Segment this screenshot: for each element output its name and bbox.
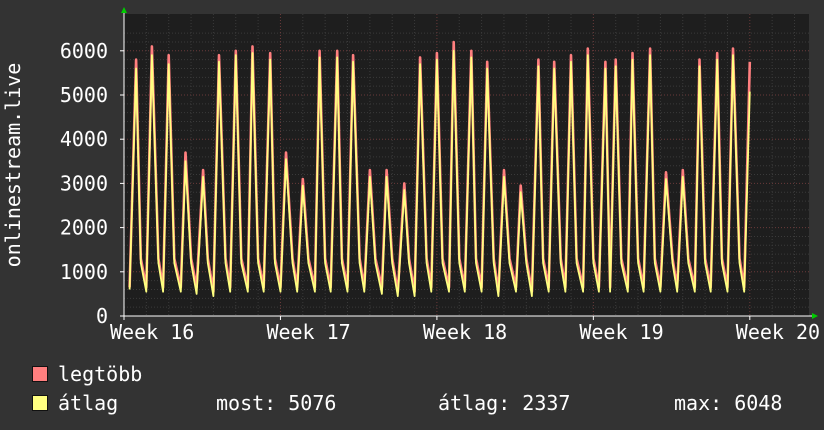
y-tick-label: 5000 bbox=[60, 83, 108, 107]
x-tick-labels: Week 16 Week 17 Week 18 Week 19 Week 20 bbox=[110, 316, 820, 344]
x-tick-label: Week 19 bbox=[579, 320, 663, 344]
y-tick-label: 0 bbox=[96, 304, 108, 328]
y-tick-label: 4000 bbox=[60, 127, 108, 151]
x-tick-label: Week 20 bbox=[736, 320, 820, 344]
y-tick-label: 3000 bbox=[60, 171, 108, 195]
y-tick-label: 2000 bbox=[60, 216, 108, 240]
y-axis-label: onlinestream.live bbox=[1, 63, 25, 268]
y-axis-arrow bbox=[121, 7, 127, 13]
y-tick-label: 1000 bbox=[60, 260, 108, 284]
x-tick-label: Week 17 bbox=[266, 320, 350, 344]
y-tick-label: 6000 bbox=[60, 39, 108, 63]
x-axis-arrow bbox=[812, 313, 818, 319]
x-tick-label: Week 16 bbox=[110, 320, 194, 344]
y-tick-labels: 0 1000 2000 3000 4000 5000 6000 bbox=[60, 39, 108, 328]
x-tick-label: Week 18 bbox=[423, 320, 507, 344]
line-chart: 0 1000 2000 3000 4000 5000 6000 Week 16 Week 17… bbox=[1, 7, 820, 344]
